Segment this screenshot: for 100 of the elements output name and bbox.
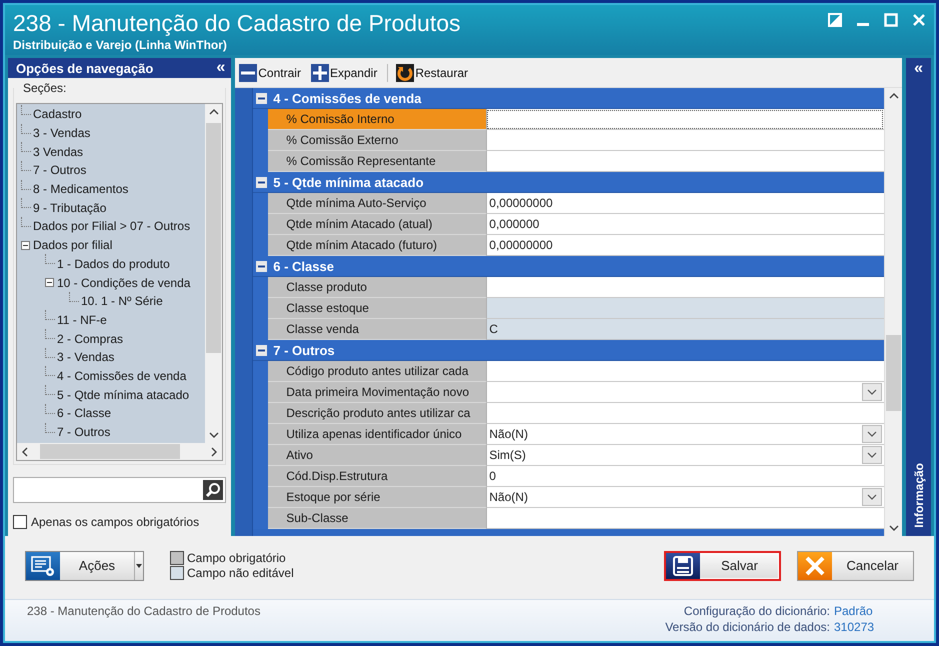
chevron-down-icon[interactable] (862, 446, 882, 464)
property-label: Classe estoque (268, 298, 486, 319)
property-label: Código produto antes utilizar cada (268, 361, 486, 382)
chevron-down-icon[interactable] (862, 425, 882, 443)
tree-item[interactable]: Cadastro (33, 107, 82, 122)
tree-item[interactable]: 3 Vendas (33, 144, 84, 159)
status-value: Padrão (834, 604, 874, 618)
legend-swatch (170, 566, 184, 580)
close-icon[interactable] (912, 13, 926, 27)
tree-item[interactable]: 2 - Compras (57, 332, 124, 346)
tree-item[interactable]: 5 - Qtde mínima atacado (57, 388, 190, 402)
actions-button[interactable]: Ações (25, 550, 144, 580)
tree-item[interactable]: 9 - Tributação (33, 200, 106, 215)
input-field[interactable]: C (486, 319, 884, 340)
cancel-button[interactable]: Cancelar (797, 550, 914, 580)
save-button[interactable]: Salvar (664, 550, 781, 580)
dropdown-field[interactable]: Não(N) (486, 487, 884, 508)
tree-item[interactable]: 4 - Comissões de venda (57, 368, 186, 383)
chevron-up-icon[interactable] (208, 109, 219, 115)
property-label: Qtde mínim Atacado (atual) (268, 214, 486, 235)
tree-item[interactable]: 10. 1 - Nº Série (81, 294, 163, 308)
property-label: Utiliza apenas identificador único (268, 424, 486, 445)
collapse-icon[interactable] (256, 260, 268, 272)
collapse-icon[interactable] (256, 92, 268, 104)
checkbox-label: Apenas os campos obrigatórios (31, 515, 200, 529)
input-field[interactable] (486, 298, 884, 319)
property-label: Ativo (268, 445, 486, 466)
refresh-icon (396, 64, 414, 82)
input-field[interactable] (486, 109, 884, 130)
chevron-down-icon[interactable] (862, 383, 882, 401)
caret-icon[interactable] (136, 564, 142, 568)
chevron-down-icon[interactable] (888, 525, 899, 531)
collapse-icon[interactable] (256, 344, 268, 356)
property-label: Qtde mínima Auto-Serviço (268, 193, 486, 214)
status-text: 238 - Manutenção do Cadastro de Produtos (27, 604, 260, 620)
tree-item[interactable]: 3 - Vendas (57, 350, 114, 364)
maximize-icon[interactable] (884, 13, 898, 27)
tree-item[interactable]: Dados por Filial > 07 - Outros (33, 219, 190, 234)
chevron-right-icon[interactable] (211, 446, 218, 456)
chevron-down-icon[interactable] (208, 432, 219, 438)
input-field[interactable] (486, 277, 884, 298)
information-tab[interactable]: Informação (912, 463, 926, 528)
input-field[interactable] (486, 403, 884, 424)
status-value: 310273 (834, 620, 876, 634)
input-field[interactable] (486, 361, 884, 382)
scrollbar[interactable] (205, 104, 222, 443)
checkbox[interactable] (13, 515, 27, 529)
input-field[interactable] (486, 151, 884, 172)
chevron-up-icon[interactable] (888, 93, 899, 99)
input-field[interactable]: 0,00000000 (486, 193, 884, 214)
collapse-icon[interactable] (256, 176, 268, 188)
scrollbar-thumb[interactable] (886, 335, 902, 411)
scrollbar[interactable] (884, 88, 902, 536)
list-settings-icon (26, 552, 60, 580)
minus-icon (239, 64, 258, 82)
collapse-button[interactable]: « (216, 61, 226, 75)
tree-item[interactable]: 3 - Vendas (33, 126, 90, 140)
input-field[interactable] (486, 508, 884, 529)
toolbar-button[interactable]: Restaurar (387, 64, 468, 82)
tree-item[interactable]: 7 - Outros (57, 425, 110, 440)
scrollbar-thumb[interactable] (206, 123, 222, 353)
tree-item[interactable]: 7 - Outros (33, 163, 86, 178)
input-field[interactable]: 0,00000000 (486, 235, 884, 256)
tree-item[interactable]: 1 - Dados do produto (57, 256, 170, 271)
toolbar-button[interactable]: Contrair (239, 64, 301, 82)
dropdown-field[interactable]: Sim(S) (486, 445, 884, 466)
legend-label: Campo obrigatório (187, 551, 286, 565)
input-field[interactable] (486, 130, 884, 151)
input-field[interactable]: 0 (486, 466, 884, 487)
property-label: Sub-Classe (268, 508, 486, 529)
property-label: Descrição produto antes utilizar ca (268, 403, 486, 424)
restore-icon[interactable] (828, 13, 842, 27)
chevron-down-icon[interactable] (862, 488, 882, 506)
tree-item[interactable]: 10 - Condições de venda (57, 276, 190, 290)
navigation-title: Opções de navegação (16, 60, 154, 76)
status-label: Configuração do dicionário: (684, 604, 830, 618)
tree-item[interactable]: Dados por filial (33, 238, 112, 252)
property-label: Data primeira Movimentação novo (268, 382, 486, 403)
chevron-left-icon[interactable] (22, 446, 28, 456)
property-label: Cód.Disp.Estrutura (268, 466, 486, 487)
toolbar-button[interactable]: Expandir (310, 64, 378, 82)
property-label: Classe produto (268, 277, 486, 298)
scrollbar-thumb[interactable] (40, 444, 180, 459)
search-field[interactable] (13, 477, 226, 503)
search-icon[interactable] (203, 480, 224, 500)
input-field[interactable]: 0,000000 (486, 214, 884, 235)
information-panel[interactable]: « Informação (906, 58, 931, 536)
expander-icon[interactable] (45, 278, 54, 288)
expander-icon[interactable] (21, 240, 30, 250)
property-label: % Comissão Representante (268, 151, 486, 172)
dropdown-field[interactable]: Não(N) (486, 424, 884, 445)
collapse-button[interactable]: « (914, 62, 923, 76)
tree-item[interactable]: 8 - Medicamentos (33, 182, 128, 196)
tree-item[interactable]: 6 - Classe (57, 406, 112, 420)
property-label: % Comissão Interno (268, 109, 486, 130)
tree-item[interactable]: 11 - NF-e (57, 312, 107, 327)
horizontal-scrollbar[interactable] (17, 443, 222, 460)
x-icon (798, 552, 832, 580)
window-subtitle: Distribuição e Varejo (Linha WinThor) (13, 38, 228, 52)
dropdown-field[interactable] (486, 382, 884, 403)
